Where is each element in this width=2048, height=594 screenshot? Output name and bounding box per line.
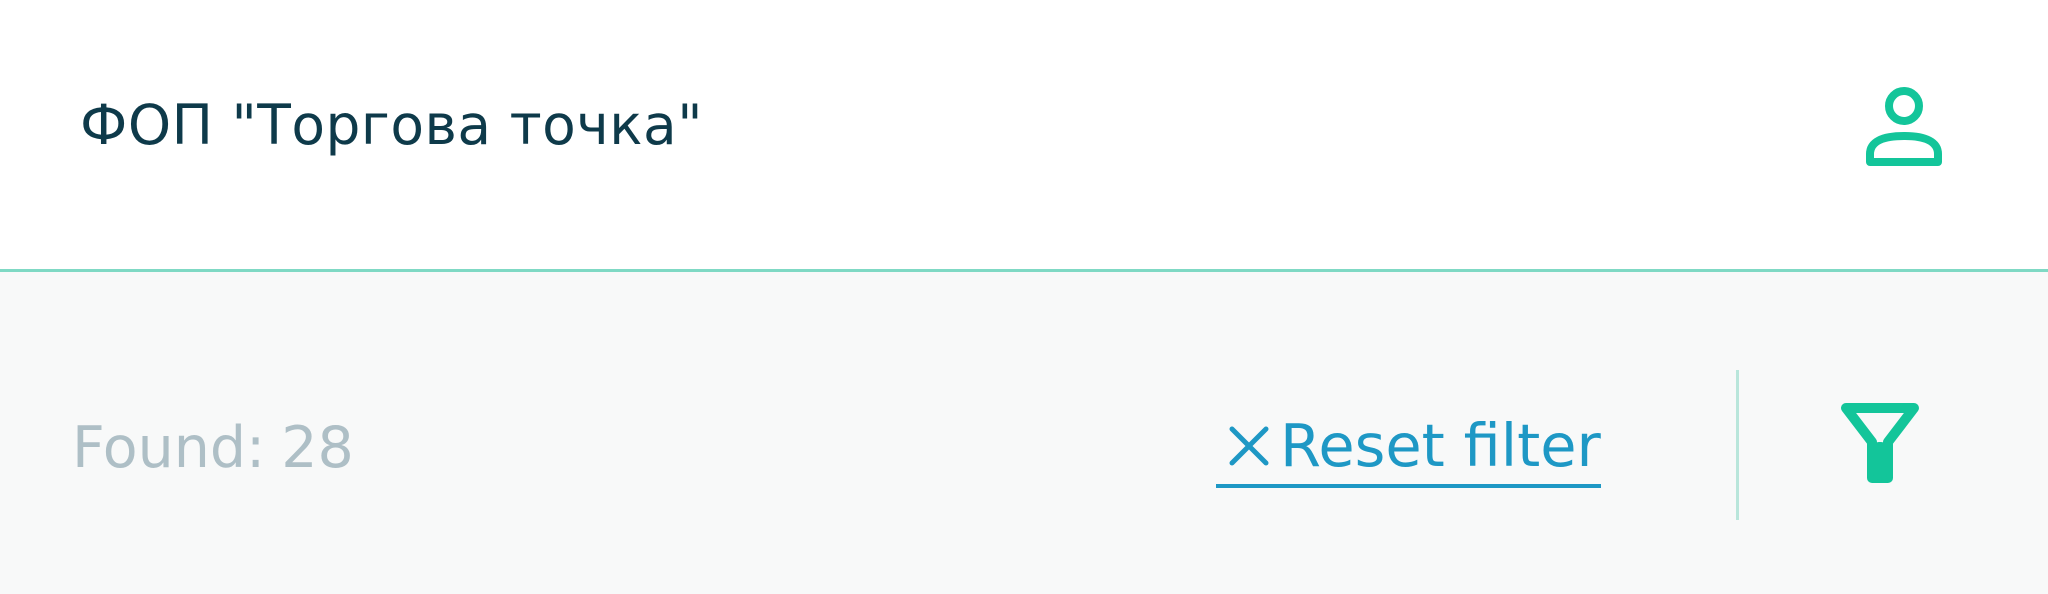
reset-filter-link[interactable]: Reset filter — [1216, 408, 1601, 488]
app-page: ФОП "Торгова точка" Found: 28 Reset filte… — [0, 0, 2048, 594]
toolbar-divider — [1736, 370, 1739, 520]
found-count: 28 — [281, 415, 354, 481]
business-name-title: ФОП "Торгова точка" — [80, 93, 703, 157]
filter-toolbar: Found: 28 Reset filter — [0, 272, 2048, 594]
found-label: Found: — [72, 415, 266, 481]
profile-button[interactable] — [1848, 72, 1958, 182]
found-counter: Found: 28 — [72, 414, 354, 482]
close-icon — [1226, 423, 1272, 469]
filter-funnel-icon — [1841, 403, 1919, 483]
filter-button[interactable] — [1820, 384, 1940, 504]
header-bar: ФОП "Торгова точка" — [0, 0, 2048, 272]
user-profile-icon — [1866, 87, 1942, 166]
reset-filter-label: Reset filter — [1280, 411, 1601, 480]
